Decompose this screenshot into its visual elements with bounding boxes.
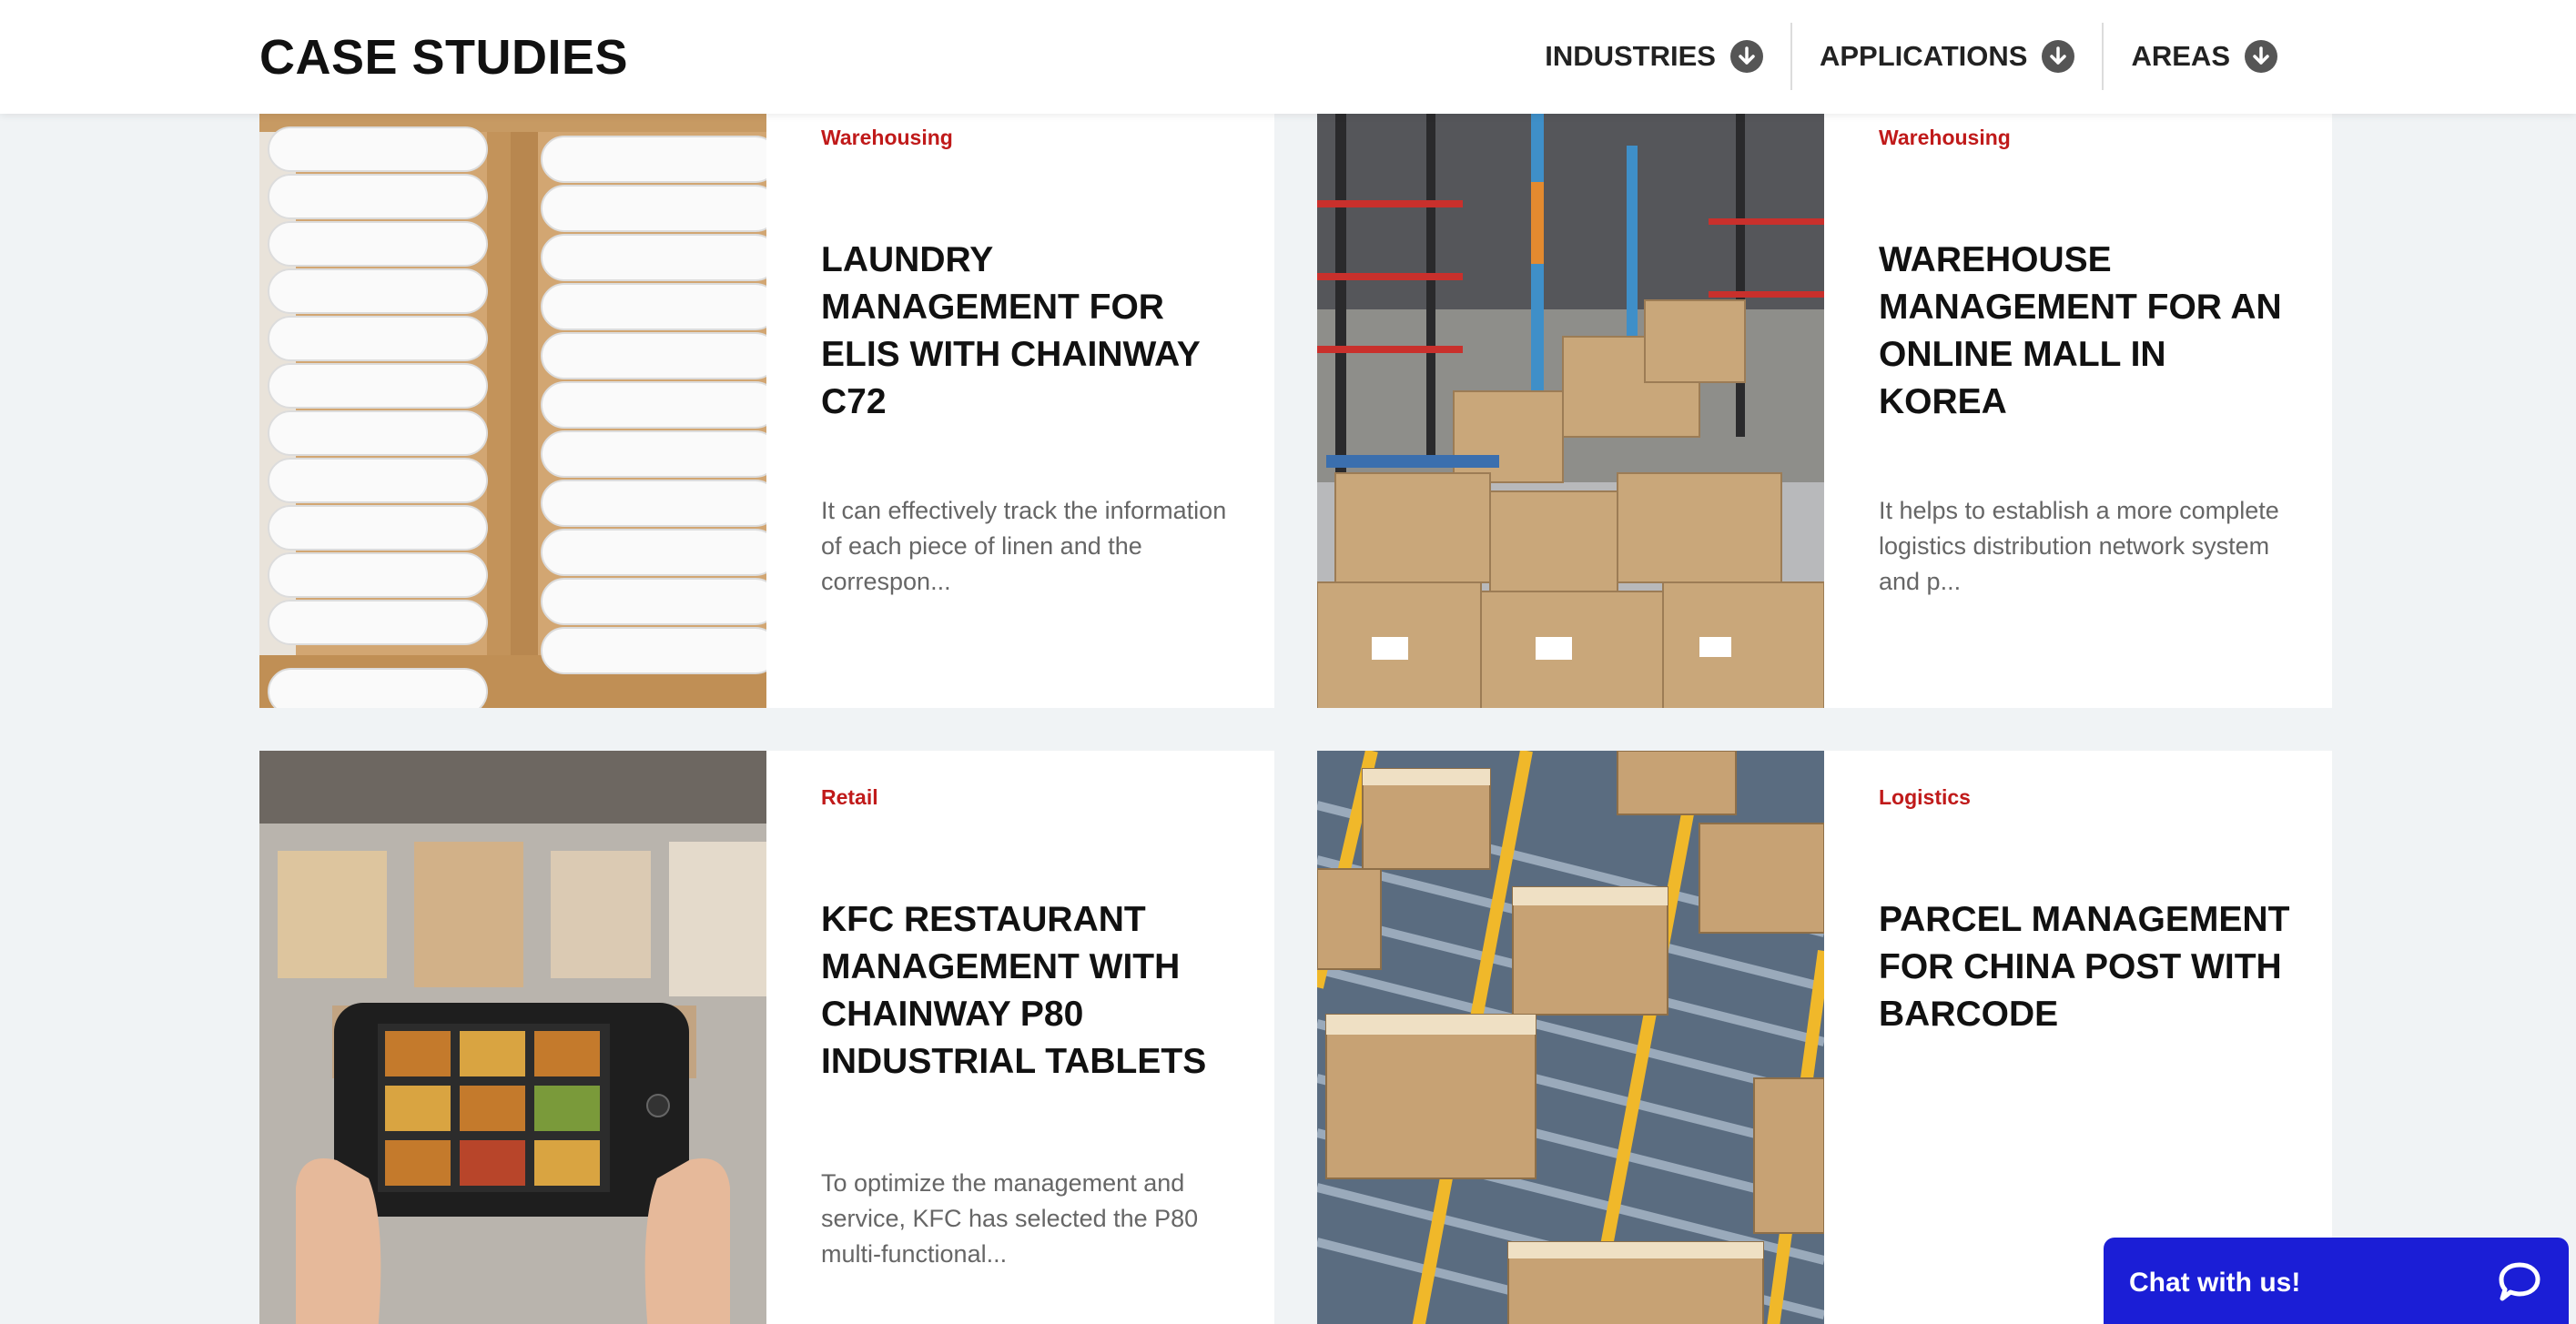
- arrow-down-circle-icon: [2245, 40, 2277, 73]
- filter-nav: INDUSTRIES APPLICATIONS AREAS: [1517, 23, 2305, 90]
- nav-industries-label: INDUSTRIES: [1545, 40, 1716, 72]
- chat-widget-button[interactable]: Chat with us!: [2104, 1238, 2569, 1324]
- card-category[interactable]: Warehousing: [821, 126, 953, 150]
- card-category[interactable]: Warehousing: [1879, 126, 2011, 150]
- site-header: CASE STUDIES INDUSTRIES APPLICATIONS ARE…: [0, 0, 2576, 114]
- nav-applications-label: APPLICATIONS: [1819, 40, 2028, 72]
- parcels-on-conveyor-image: [1317, 751, 1824, 1324]
- card-title[interactable]: WAREHOUSE MANAGEMENT FOR AN ONLINE MALL …: [1879, 237, 2297, 426]
- card-title[interactable]: KFC RESTAURANT MANAGEMENT WITH CHAINWAY …: [821, 896, 1240, 1086]
- case-study-card-kfc[interactable]: Retail KFC RESTAURANT MANAGEMENT WITH CH…: [259, 751, 1274, 1324]
- case-study-card-laundry[interactable]: Warehousing LAUNDRY MANAGEMENT FOR ELIS …: [259, 91, 1274, 708]
- case-study-card-warehouse[interactable]: Warehousing WAREHOUSE MANAGEMENT FOR AN …: [1317, 91, 2332, 708]
- arrow-down-circle-icon: [1729, 40, 1763, 73]
- warehouse-boxes-image: [1317, 91, 1824, 708]
- stacked-towels-image: [259, 91, 766, 708]
- chat-bubble-icon: [2498, 1261, 2541, 1310]
- nav-areas[interactable]: AREAS: [2102, 23, 2305, 90]
- page-title: CASE STUDIES: [259, 30, 629, 85]
- card-category[interactable]: Retail: [821, 785, 878, 810]
- chat-label: Chat with us!: [2129, 1268, 2301, 1298]
- card-title[interactable]: PARCEL MANAGEMENT FOR CHINA POST WITH BA…: [1879, 896, 2297, 1038]
- nav-industries[interactable]: INDUSTRIES: [1517, 23, 1790, 90]
- card-description: To optimize the management and service, …: [821, 1169, 1199, 1268]
- tablet-in-hands-image: [259, 751, 766, 1324]
- card-title[interactable]: LAUNDRY MANAGEMENT FOR ELIS WITH CHAINWA…: [821, 237, 1240, 426]
- nav-areas-label: AREAS: [2131, 40, 2230, 72]
- card-category[interactable]: Logistics: [1879, 785, 1971, 810]
- card-description: It can effectively track the information…: [821, 497, 1227, 595]
- nav-applications[interactable]: APPLICATIONS: [1790, 23, 2103, 90]
- card-description: It helps to establish a more complete lo…: [1879, 497, 2279, 595]
- arrow-down-circle-icon: [2042, 40, 2075, 73]
